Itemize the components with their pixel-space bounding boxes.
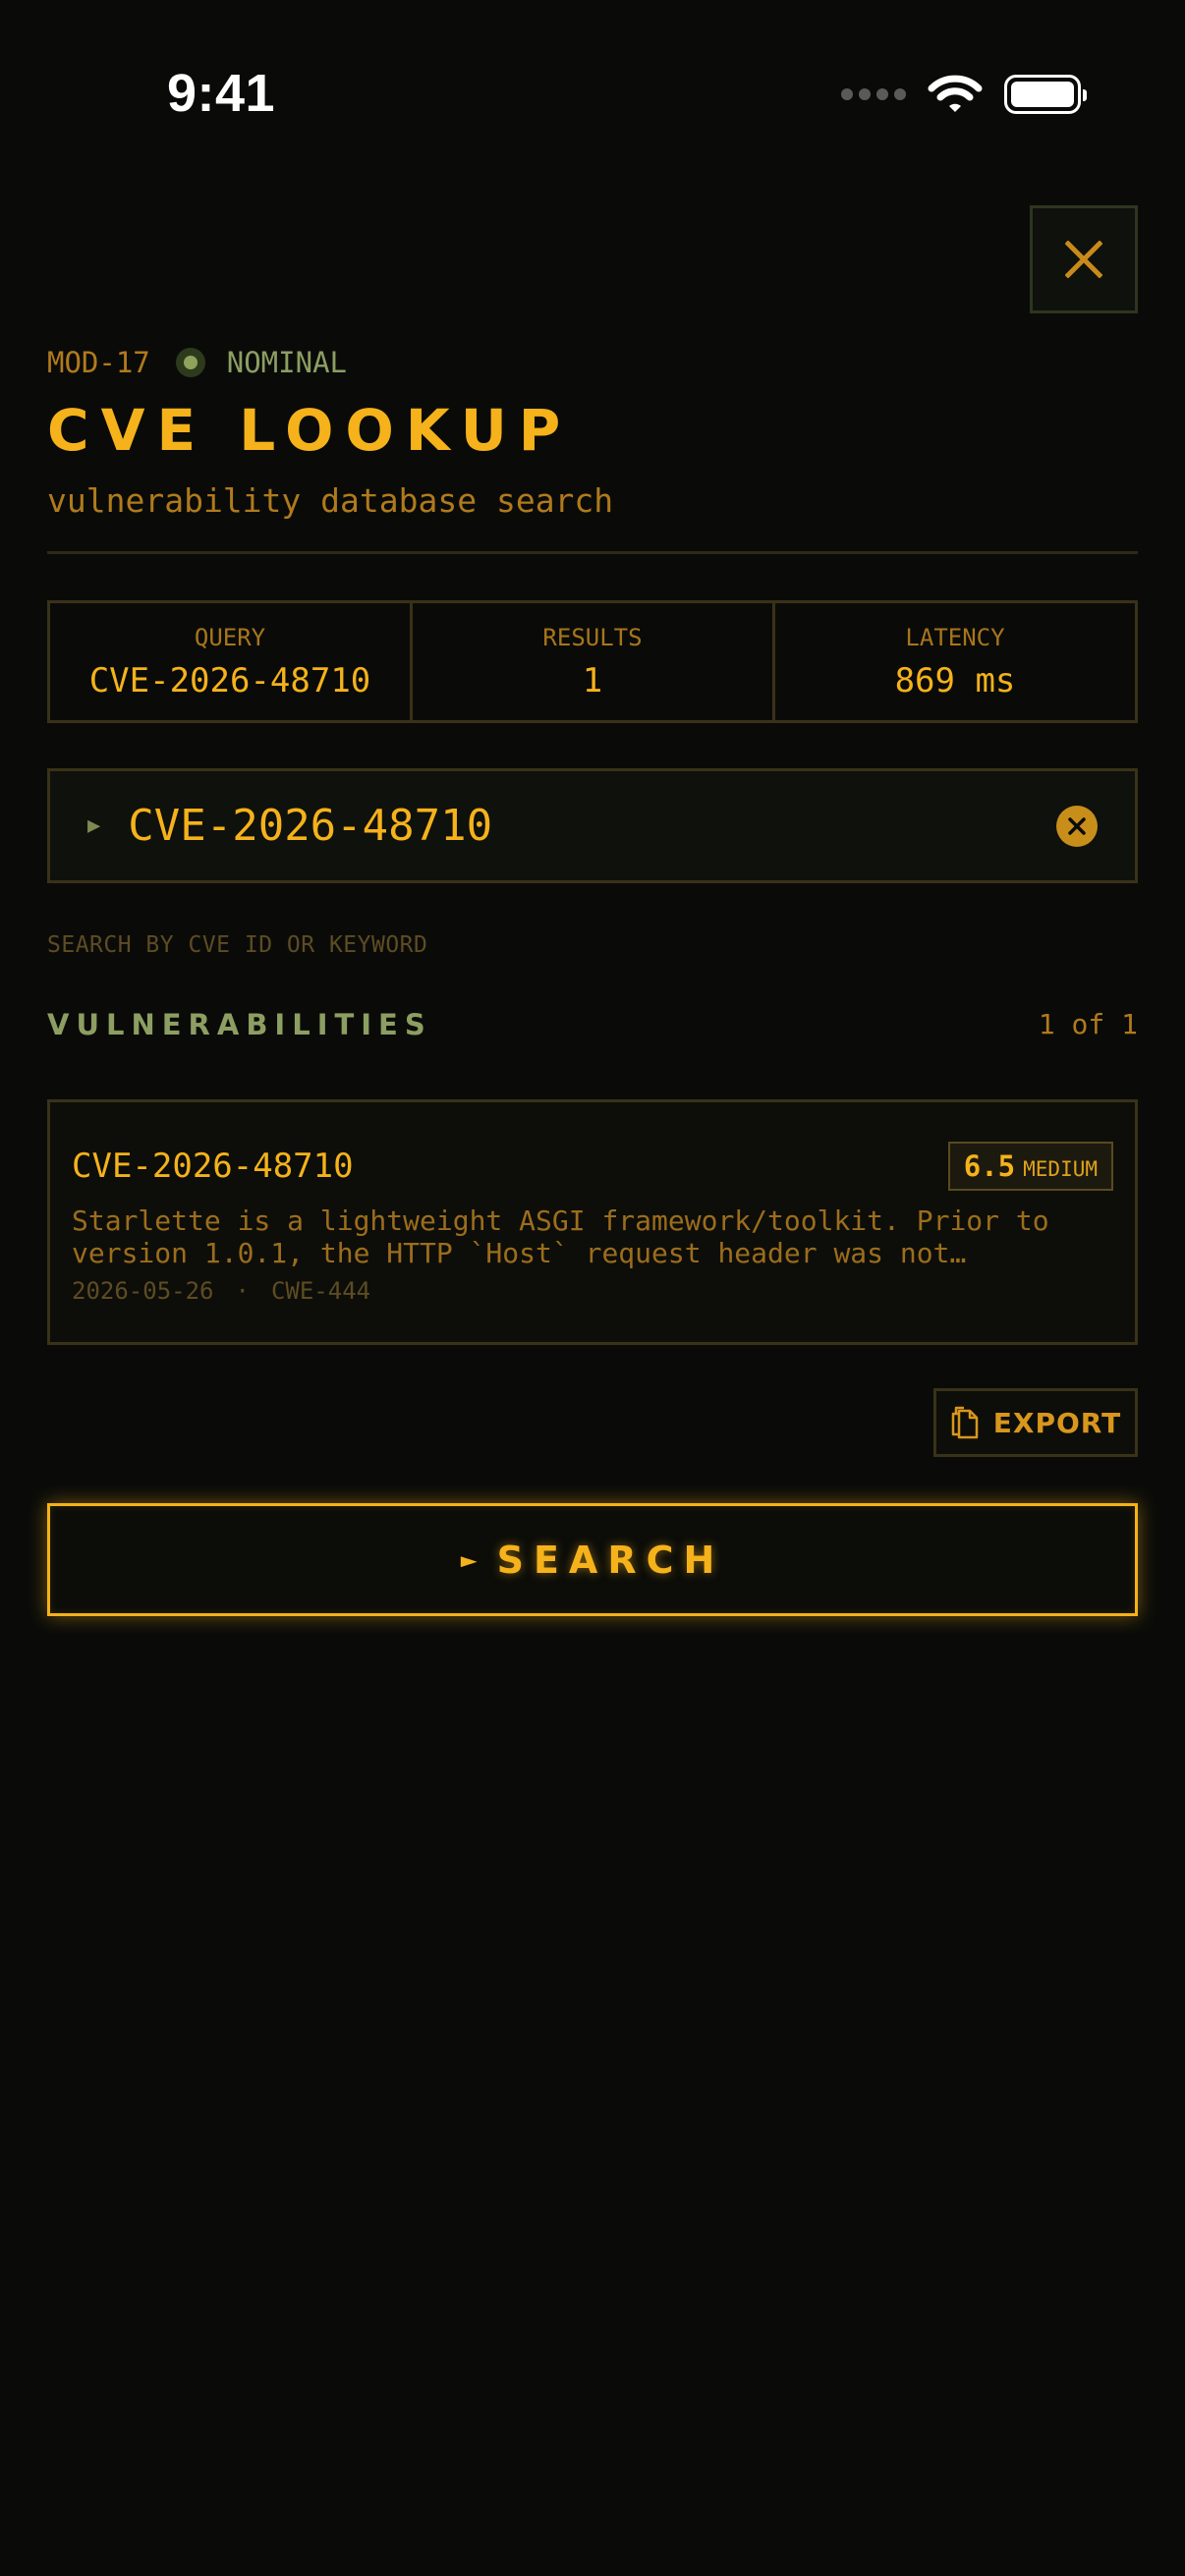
close-button[interactable] — [1030, 205, 1138, 313]
system-status: NOMINAL — [226, 346, 347, 379]
stat-label: RESULTS — [542, 623, 643, 651]
stats-panel: QUERY CVE-2026-48710 RESULTS 1 LATENCY 8… — [47, 600, 1138, 723]
cve-id: CVE-2026-48710 — [72, 1147, 354, 1186]
search-button-label: SEARCH — [496, 1538, 725, 1582]
search-box: ▶ — [47, 768, 1138, 883]
clear-icon — [1068, 816, 1086, 835]
play-arrow-icon: ► — [460, 1543, 478, 1576]
stat-value: CVE-2026-48710 — [88, 660, 371, 700]
stat-label: QUERY — [194, 623, 266, 651]
clear-search-button[interactable] — [1056, 805, 1098, 847]
cve-description: Starlette is a lightweight ASGI framewor… — [72, 1204, 1049, 1269]
screen: 9:41 MOD-17 NOMINAL CVE LOOKUP vulnerabi… — [0, 0, 1185, 2576]
severity-label: MEDIUM — [1023, 1157, 1098, 1181]
cve-date: 2026-05-26 — [72, 1277, 214, 1305]
status-time: 9:41 — [167, 64, 276, 123]
severity-badge: 6.5 MEDIUM — [947, 1142, 1113, 1191]
stat-query: QUERY CVE-2026-48710 — [50, 603, 410, 720]
page-title: CVE LOOKUP — [47, 397, 573, 464]
stat-latency: LATENCY 869 ms — [772, 603, 1135, 720]
card-header: CVE-2026-48710 6.5 MEDIUM — [72, 1142, 1113, 1191]
copy-icon — [951, 1406, 979, 1439]
stat-results: RESULTS 1 — [410, 603, 772, 720]
result-card[interactable]: CVE-2026-48710 6.5 MEDIUM Starlette is a… — [47, 1099, 1138, 1345]
prompt-arrow-icon: ▶ — [87, 813, 101, 838]
wifi-icon — [928, 75, 983, 112]
cve-meta: 2026-05-26 · CWE-444 — [72, 1277, 1113, 1305]
header-meta: MOD-17 NOMINAL — [47, 346, 347, 379]
close-icon — [1065, 241, 1102, 278]
section-title: VULNERABILITIES — [47, 1008, 432, 1041]
stat-value: 869 ms — [894, 660, 1016, 700]
search-input[interactable] — [128, 801, 1056, 851]
battery-icon — [1004, 75, 1087, 114]
results-count: 1 of 1 — [1038, 1008, 1138, 1040]
stat-value: 1 — [582, 660, 603, 700]
status-indicator-icon — [175, 348, 205, 377]
cellular-signal-icon — [841, 88, 906, 100]
page-subtitle: vulnerability database search — [47, 481, 614, 520]
status-icons — [841, 75, 1087, 114]
module-id: MOD-17 — [47, 346, 150, 379]
meta-separator: · — [235, 1277, 250, 1305]
divider — [47, 551, 1138, 554]
cwe-id: CWE-444 — [270, 1277, 371, 1305]
export-label: EXPORT — [992, 1406, 1122, 1439]
stat-label: LATENCY — [905, 623, 1005, 651]
search-hint: SEARCH BY CVE ID OR KEYWORD — [47, 932, 428, 958]
export-button[interactable]: EXPORT — [933, 1388, 1138, 1457]
search-button[interactable]: ► SEARCH — [47, 1503, 1138, 1616]
severity-score: 6.5 — [963, 1149, 1016, 1183]
